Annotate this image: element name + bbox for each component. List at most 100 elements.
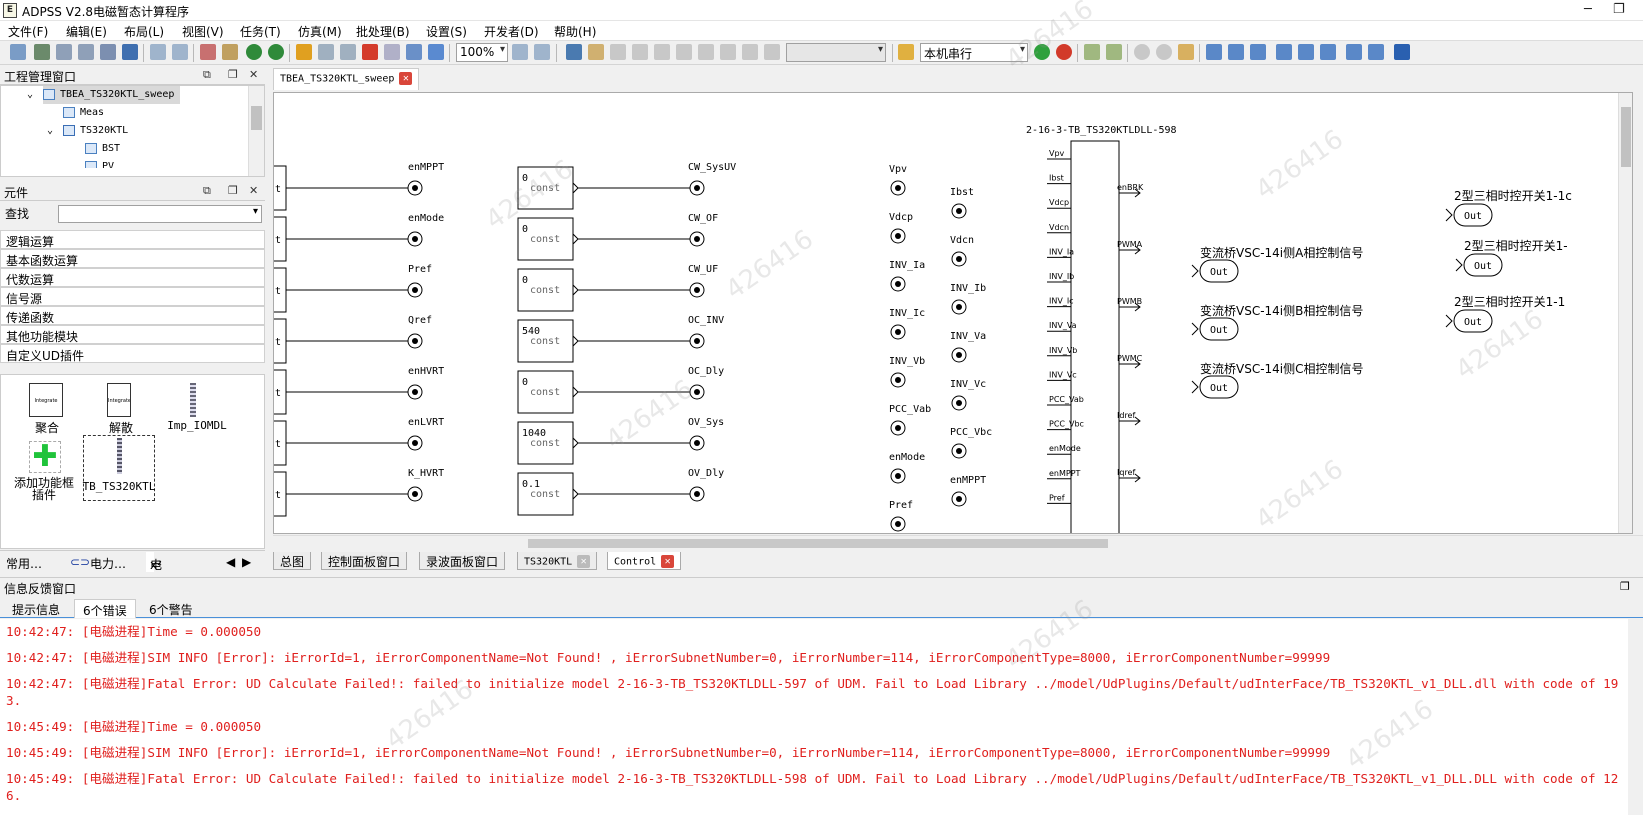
menu-edit[interactable]: 编辑(E): [66, 23, 107, 40]
edit-icon[interactable]: [898, 44, 914, 60]
diagram-canvas[interactable]: t enMPPT t enMode t Pref t Qref t enHVRT t enLVRT t K…: [273, 92, 1633, 534]
close-tab-icon[interactable]: ✕: [577, 555, 591, 568]
palette-item-tb-ts320ktl[interactable]: TB_TS320KTL: [83, 435, 155, 501]
grid-icon[interactable]: [610, 44, 626, 60]
distribute-h-icon[interactable]: [1346, 44, 1362, 60]
tune-icon[interactable]: [34, 44, 50, 60]
delete-icon[interactable]: [362, 44, 378, 60]
menu-developer[interactable]: 开发者(D): [484, 23, 539, 40]
network-icon[interactable]: [720, 44, 736, 60]
menu-batch[interactable]: 批处理(B): [356, 23, 410, 40]
zoom-fit-icon[interactable]: [512, 44, 528, 60]
category-logic[interactable]: 逻辑运算: [0, 230, 265, 249]
restore-pane-icon[interactable]: ❐: [228, 184, 238, 197]
new-project-icon[interactable]: [10, 44, 26, 60]
menu-task[interactable]: 任务(T): [240, 23, 281, 40]
menu-settings[interactable]: 设置(S): [426, 23, 467, 40]
tree-node-toggle[interactable]: ⌄: [47, 122, 53, 140]
cut-icon[interactable]: [200, 44, 216, 60]
tcp-icon[interactable]: [742, 44, 758, 60]
document-icon[interactable]: [588, 44, 604, 60]
tab-errors[interactable]: 6个错误: [74, 599, 136, 618]
align-bottom-icon[interactable]: [1320, 44, 1336, 60]
distribute-v-icon[interactable]: [1368, 44, 1384, 60]
menu-file[interactable]: 文件(F): [8, 23, 48, 40]
trash2-icon[interactable]: [654, 44, 670, 60]
tree-scrollbar[interactable]: [248, 86, 264, 176]
restore-pane-icon[interactable]: ❐: [228, 68, 238, 81]
category-signal-source[interactable]: 信号源: [0, 287, 265, 306]
copy-icon[interactable]: [318, 44, 334, 60]
palette-item-aggregate[interactable]: Integrate 聚合: [19, 377, 75, 437]
float-icon[interactable]: ⧉: [203, 68, 211, 82]
record-icon[interactable]: [1134, 44, 1150, 60]
monitor-icon[interactable]: [566, 44, 582, 60]
zoom-select[interactable]: 100% ▾: [456, 43, 508, 62]
open-icon[interactable]: [100, 44, 116, 60]
import-icon[interactable]: [1106, 44, 1122, 60]
palette-item-add-plugin[interactable]: ✚ 添加功能框 插件: [9, 437, 79, 503]
category-basic-functions[interactable]: 基本函数运算: [0, 249, 265, 268]
log-scrollbar[interactable]: [1628, 619, 1643, 815]
undo-icon[interactable]: [246, 44, 262, 60]
align-middle-icon[interactable]: [1298, 44, 1314, 60]
trash-icon[interactable]: [632, 44, 648, 60]
find-icon[interactable]: [384, 44, 400, 60]
up-level-icon[interactable]: [1394, 44, 1410, 60]
sheet-tab-record-panel[interactable]: 录波面板窗口: [419, 552, 506, 570]
redo-icon[interactable]: [268, 44, 284, 60]
tree-node-pv[interactable]: PV: [85, 158, 114, 168]
canvas-hscrollbar[interactable]: [273, 535, 1643, 550]
close-icon[interactable]: ✕: [249, 184, 258, 197]
close-tab-icon[interactable]: ✕: [661, 555, 675, 568]
palette-item-disband[interactable]: Integrate 解散: [93, 377, 149, 437]
tree-node-project[interactable]: ⌄: [27, 86, 33, 104]
category-transfer-function[interactable]: 传递函数: [0, 306, 265, 325]
float-icon[interactable]: ⧉: [203, 184, 211, 198]
pencil-icon[interactable]: [1178, 44, 1194, 60]
menu-view[interactable]: 视图(V): [182, 23, 224, 40]
diagram-svg[interactable]: t enMPPT t enMode t Pref t Qref t enHVRT t enLVRT t K…: [274, 93, 1633, 534]
tab-electronics-wrapper[interactable]: x² 电子…: [146, 552, 174, 590]
close-tab-icon[interactable]: ✕: [399, 72, 413, 85]
run-mode-select[interactable]: 本机串行 ▾: [920, 43, 1028, 62]
tree-node-root[interactable]: TBEA_TS320KTL_sweep: [43, 86, 181, 104]
tree-node-meas[interactable]: Meas: [63, 104, 104, 122]
wire-icon[interactable]: [428, 44, 444, 60]
close-icon[interactable]: ✕: [249, 68, 258, 81]
tab-hints[interactable]: 提示信息: [4, 599, 68, 618]
paste-icon[interactable]: [222, 44, 238, 60]
tab-power[interactable]: 电力…: [90, 555, 126, 572]
stop-icon[interactable]: [1056, 44, 1072, 60]
duplicate-icon[interactable]: [340, 44, 356, 60]
align-center-icon[interactable]: [1228, 44, 1244, 60]
search-input[interactable]: ▾: [58, 205, 262, 223]
align-left-icon[interactable]: [1206, 44, 1222, 60]
tree-node-bst[interactable]: BST: [85, 140, 120, 158]
sheet-tab-control[interactable]: Control ✕: [607, 552, 682, 570]
align-top-icon[interactable]: [1276, 44, 1292, 60]
block-icon[interactable]: [56, 44, 72, 60]
line-icon[interactable]: [406, 44, 422, 60]
cut2-icon[interactable]: [296, 44, 312, 60]
tab-warnings[interactable]: 6个警告: [141, 599, 201, 618]
tab-scroll-left-icon[interactable]: ◀: [226, 555, 235, 569]
category-algebra[interactable]: 代数运算: [0, 268, 265, 287]
zoom-reset-icon[interactable]: [534, 44, 550, 60]
check-icon[interactable]: [698, 44, 714, 60]
panel-icon[interactable]: [764, 44, 780, 60]
pause-icon[interactable]: [1156, 44, 1172, 60]
restore-pane-icon[interactable]: ❐: [1620, 580, 1630, 593]
canvas-vscrollbar[interactable]: [1618, 93, 1632, 533]
palette-item-imp-iomdl[interactable]: Imp_IOMDL: [161, 377, 233, 437]
sheet-tab-ts320ktl[interactable]: TS320KTL ✕: [517, 552, 598, 570]
category-ud-plugins[interactable]: 自定义UD插件: [0, 344, 265, 363]
zoom-in-icon[interactable]: [150, 44, 166, 60]
tab-scroll-right-icon[interactable]: ▶: [242, 555, 251, 569]
sheet-tab-control-panel[interactable]: 控制面板窗口: [321, 552, 408, 570]
block-add-icon[interactable]: [78, 44, 94, 60]
minimize-icon[interactable]: ─: [1584, 2, 1592, 17]
tree-node-ts320ktl[interactable]: TS320KTL: [63, 122, 128, 140]
run-icon[interactable]: [1034, 44, 1050, 60]
save-icon[interactable]: [122, 44, 138, 60]
